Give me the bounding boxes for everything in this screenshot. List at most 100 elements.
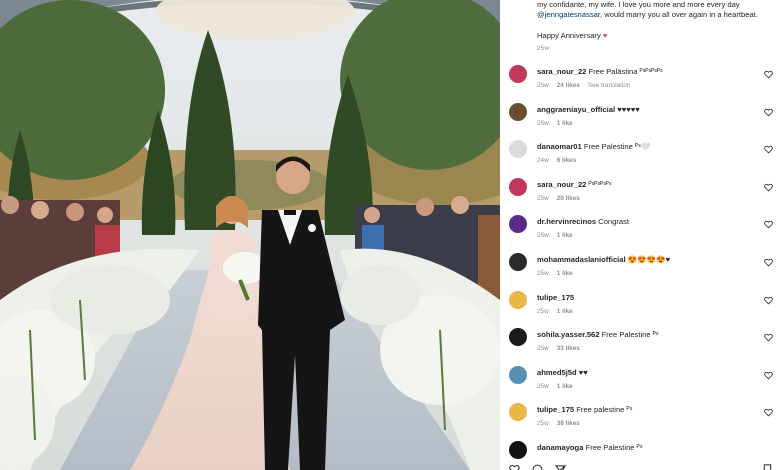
avatar[interactable] [509,365,527,384]
avatar[interactable] [509,140,527,159]
comment-meta: 25w 1 like [537,232,581,239]
heart-outline-icon[interactable] [764,296,773,305]
comment-item: anggraeniayu_official ♥♥♥♥♥ 25w 1 like [500,98,780,136]
avatar[interactable] [509,65,527,83]
heart-outline-icon[interactable] [764,183,773,192]
heart-outline-icon[interactable] [764,333,773,342]
comment-body: danamayoga Free Palestine ᴾˢ [537,443,758,453]
comment-meta: 25w 38 likes [537,420,588,427]
see-translation-link[interactable]: See translation [588,82,631,89]
comment-text: Free Palestine ᴾˢ [585,442,643,452]
comment-likes[interactable]: 1 like [557,308,573,315]
avatar[interactable] [509,440,527,459]
comment-likes[interactable]: 1 like [557,232,573,239]
comment-body: danaomar01 Free Palestine ᴾˢ🤍 [537,142,758,152]
wedding-photo-image [0,0,500,470]
comment-text: ♥♥♥♥♥ [617,104,640,114]
comment-item: sara_nour_22 ᴾˢᴾˢᴾˢᴾˢ 25w 20 likes [500,173,780,211]
comment-item: sohila.yasser.562 Free Palestine ᴾˢ 25w 33… [500,323,780,361]
comment-text: ♥♥ [578,367,588,377]
comment-likes[interactable]: 1 like [557,270,573,277]
avatar[interactable] [509,403,527,422]
comment-text: Congrast [598,217,630,227]
comment-item: tulipe_175 Free palestine ᴾˢ 25w 38 likes [500,398,780,436]
comment-text: Free Palestine ᴾˢ [601,330,659,340]
comment-age: 24w [537,157,549,165]
heart-outline-icon[interactable] [764,371,773,380]
share-icon[interactable] [555,464,566,470]
comment-username[interactable]: dr.hervinrecinos [537,217,596,226]
mention-link[interactable]: @jenngatesnassar [537,10,600,19]
comment-meta: 25w 24 likes See translation [537,82,638,89]
comment-meta: 25w 1 like [537,308,581,315]
comment-username[interactable]: sara_nour_22 [537,180,586,189]
comment-age: 25w [537,269,549,277]
comment-username[interactable]: danamayoga [537,443,583,452]
comment-likes[interactable]: 1 like [557,383,573,390]
comment-item: dr.hervinrecinos Congrast 25w 1 like [500,210,780,248]
comment-body: dr.hervinrecinos Congrast [537,217,758,227]
avatar[interactable] [509,102,527,121]
heart-outline-icon[interactable] [764,145,773,154]
comment-likes[interactable]: 20 likes [557,195,580,202]
avatar[interactable] [509,177,527,196]
caption-timestamp[interactable]: 25w [500,45,780,52]
heart-outline-icon[interactable] [764,70,773,79]
comment-meta: 25w 33 likes [537,345,588,352]
comment-likes[interactable]: 33 likes [557,345,580,352]
comment-username[interactable]: ahmed5j5d [537,368,577,377]
caption-anniversary: Happy Anniversary ♥ [537,31,766,41]
comment-age: 25w [537,307,549,315]
post-caption: my confidante, my wife. I love you more … [500,0,780,41]
comment-age: 25w [537,194,549,202]
comment-likes[interactable]: 38 likes [557,420,580,427]
comment-age: 25w [537,345,549,353]
comment-item: ahmed5j5d ♥♥ 25w 1 like [500,361,780,399]
comment-likes[interactable]: 1 like [557,120,573,127]
comment-item: sara_nour_22 Free Palästina ᴾˢᴾˢᴾˢᴾˢ 25w 2… [500,60,780,98]
anniversary-text: Happy Anniversary [537,30,601,40]
bookmark-icon[interactable] [762,464,773,470]
comment-text: ᴾˢᴾˢᴾˢᴾˢ [588,179,612,189]
heart-outline-icon[interactable] [764,108,773,117]
comment-username[interactable]: tulipe_175 [537,293,574,302]
comment-body: sohila.yasser.562 Free Palestine ᴾˢ [537,330,758,340]
heart-outline-icon[interactable] [764,220,773,229]
comment-username[interactable]: sara_nour_22 [537,67,586,76]
comment-likes[interactable]: 6 likes [557,157,577,164]
heart-outline-icon[interactable] [764,258,773,267]
avatar[interactable] [509,215,527,234]
comment-icon[interactable] [532,464,543,470]
comment-item: tulipe_175 25w 1 like [500,286,780,324]
comment-item: mohammadaslaniofficial 😍😍😍😍♥ 25w 1 like [500,248,780,286]
avatar[interactable] [509,290,527,309]
heart-outline-icon[interactable] [509,464,520,470]
heart-outline-icon[interactable] [764,408,773,417]
comment-body: mohammadaslaniofficial 😍😍😍😍♥ [537,255,758,265]
comments-panel: my confidante, my wife. I love you more … [500,0,780,470]
heart-emoji: ♥ [602,30,608,40]
comment-text: 😍😍😍😍♥ [627,254,671,264]
action-bar [500,462,780,470]
comment-username[interactable]: mohammadaslaniofficial [537,255,626,264]
comment-text: Free palestine ᴾˢ [576,405,633,415]
comment-body: tulipe_175 Free palestine ᴾˢ [537,405,758,415]
comment-age: 25w [537,382,549,390]
comment-meta: 25w 1 like [537,270,581,277]
caption-line-2: , would marry you all over again in a he… [600,10,758,20]
comment-meta: 25w 20 likes [537,195,588,202]
avatar[interactable] [509,252,527,271]
comment-meta: 25w 1 like [537,383,581,390]
comment-body: sara_nour_22 Free Palästina ᴾˢᴾˢᴾˢᴾˢ [537,67,758,77]
comment-username[interactable]: sohila.yasser.562 [537,330,600,339]
avatar[interactable] [509,328,527,347]
comment-username[interactable]: anggraeniayu_official [537,105,615,114]
comment-item: danaomar01 Free Palestine ᴾˢ🤍 24w 6 likes [500,135,780,173]
comment-username[interactable]: tulipe_175 [537,405,574,414]
comment-likes[interactable]: 24 likes [557,82,580,89]
comment-username[interactable]: danaomar01 [537,142,582,151]
comment-age: 25w [537,119,549,127]
post-photo[interactable] [0,0,500,470]
comment-age: 25w [537,82,549,89]
comment-age: 25w [537,420,549,428]
